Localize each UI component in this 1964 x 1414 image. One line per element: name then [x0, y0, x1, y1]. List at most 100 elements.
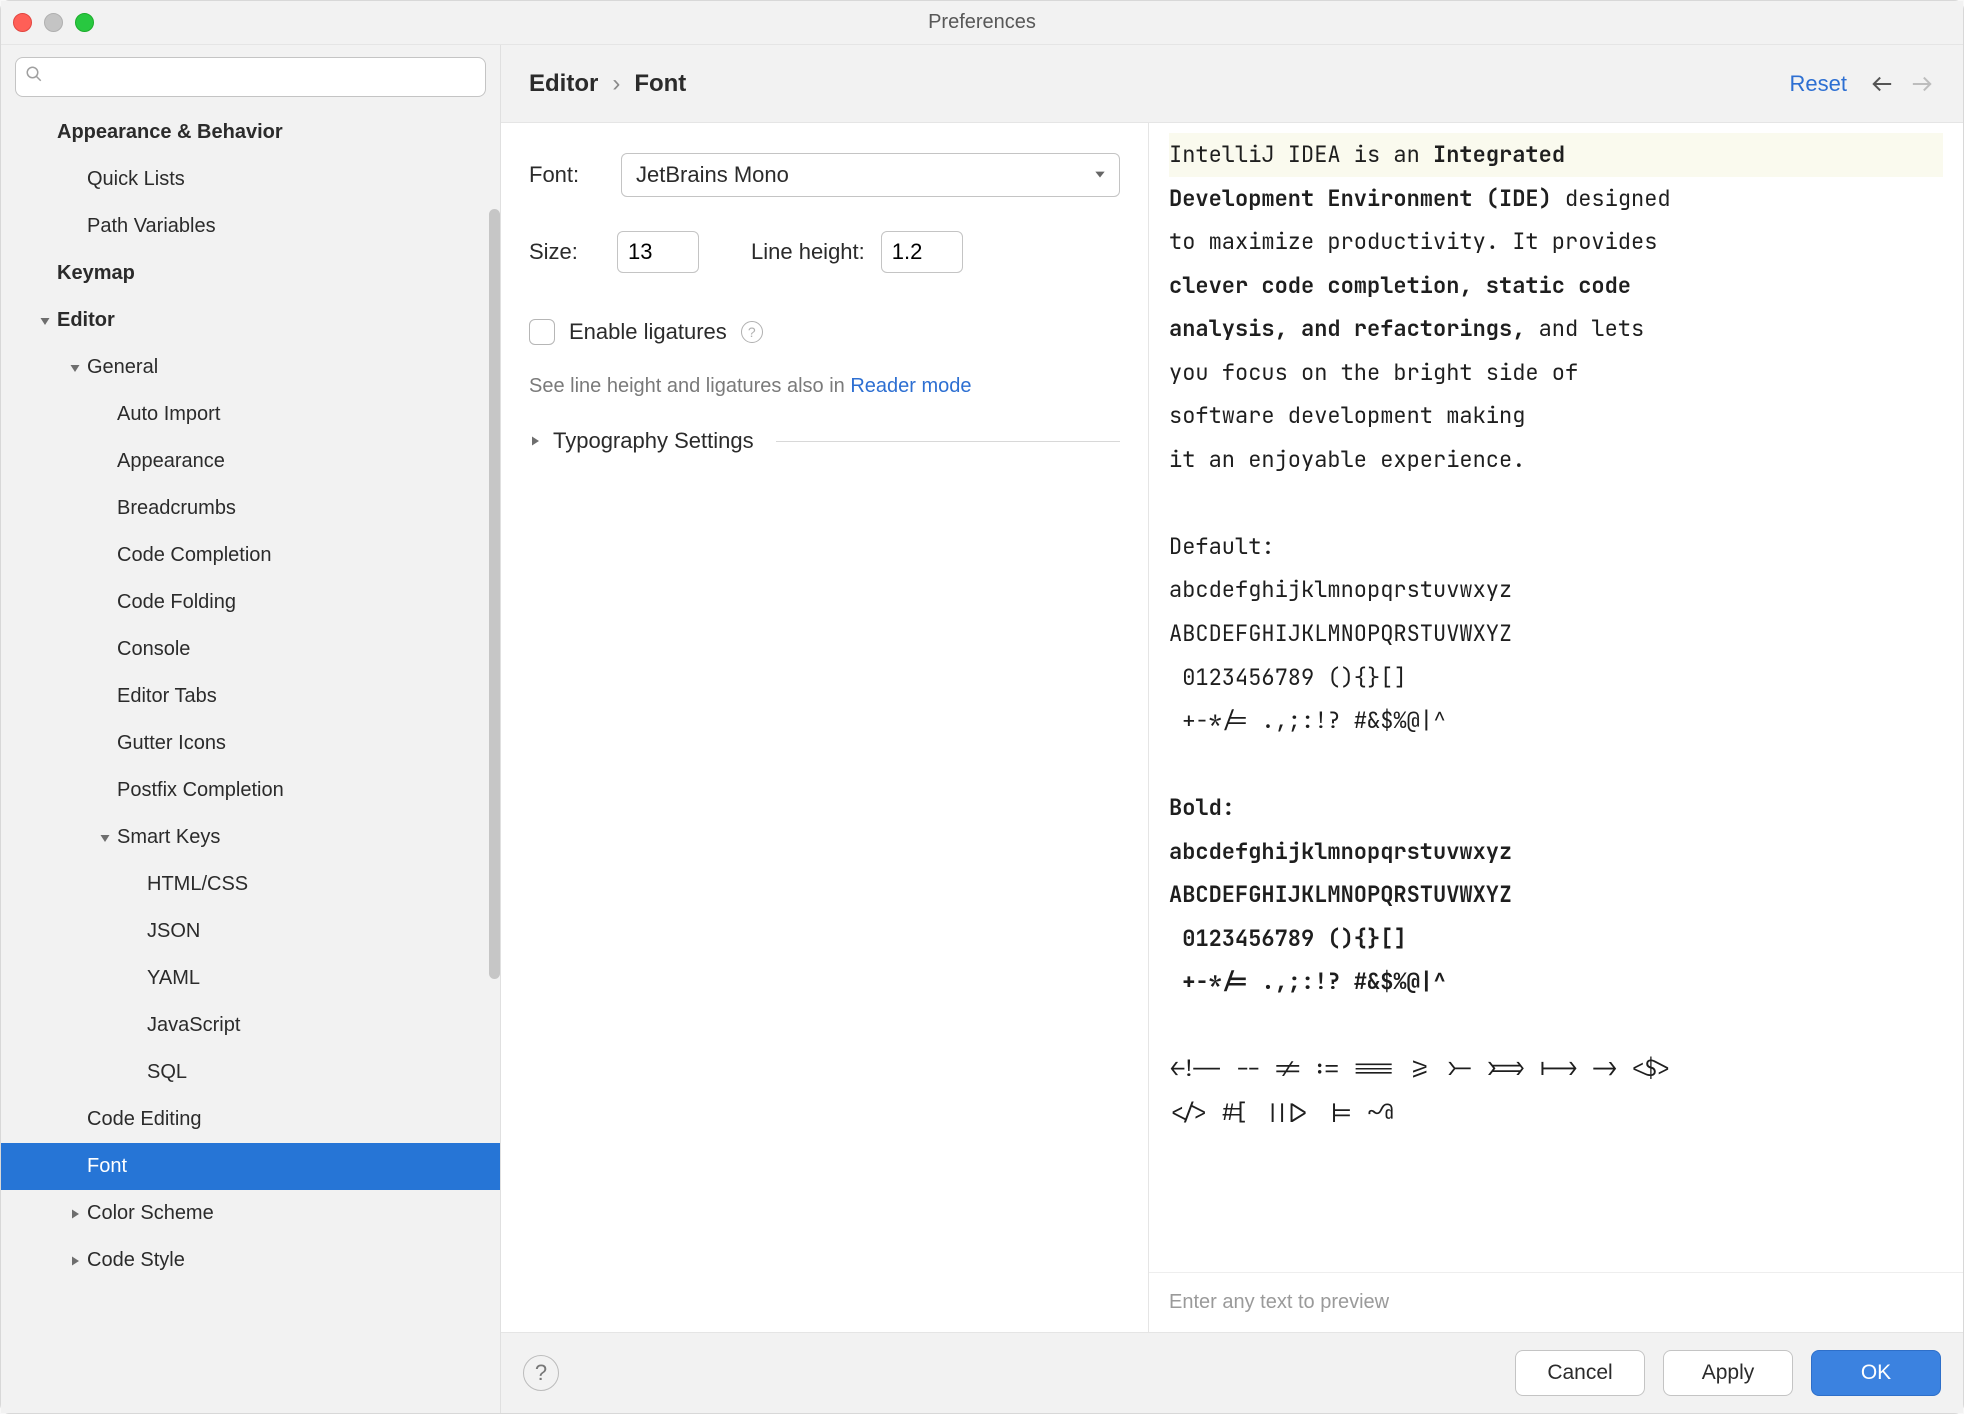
ligatures-label: Enable ligatures	[569, 319, 727, 345]
tree-item[interactable]: JavaScript	[1, 1002, 500, 1049]
cancel-button[interactable]: Cancel	[1515, 1350, 1645, 1396]
help-icon[interactable]: ?	[741, 321, 763, 343]
expand-arrow-icon[interactable]	[69, 362, 83, 374]
tree-item[interactable]: Editor	[1, 297, 500, 344]
minimize-icon[interactable]	[44, 13, 63, 32]
tree-item[interactable]: Path Variables	[1, 203, 500, 250]
main-panel: Editor › Font Reset Font:	[501, 45, 1963, 1413]
font-preview: IntelliJ IDEA is an Integrated Developme…	[1149, 123, 1963, 1332]
tree-item[interactable]: SQL	[1, 1049, 500, 1096]
maximize-icon[interactable]	[75, 13, 94, 32]
typography-settings-label: Typography Settings	[553, 428, 754, 454]
breadcrumb: Editor › Font	[529, 70, 686, 98]
settings-search[interactable]	[15, 57, 486, 97]
breadcrumb-root[interactable]: Editor	[529, 70, 598, 98]
expand-arrow-icon[interactable]	[39, 315, 53, 327]
chevron-right-icon	[529, 430, 541, 453]
line-height-label: Line height:	[751, 239, 865, 265]
ligatures-checkbox[interactable]	[529, 319, 555, 345]
tree-item[interactable]: Console	[1, 626, 500, 673]
tree-item-label: Keymap	[57, 262, 135, 285]
tree-item-label: Code Editing	[87, 1108, 202, 1131]
tree-item[interactable]: Code Style	[1, 1237, 500, 1284]
size-label: Size:	[529, 239, 601, 265]
tree-item-label: Appearance & Behavior	[57, 121, 283, 144]
reset-link[interactable]: Reset	[1790, 71, 1847, 97]
main-header: Editor › Font Reset	[501, 45, 1963, 123]
tree-item-label: Code Style	[87, 1249, 185, 1272]
tree-item-label: Breadcrumbs	[117, 497, 236, 520]
tree-item[interactable]: Color Scheme	[1, 1190, 500, 1237]
tree-item-label: Postfix Completion	[117, 779, 284, 802]
tree-item[interactable]: General	[1, 344, 500, 391]
expand-arrow-icon[interactable]	[69, 1208, 83, 1220]
tree-item[interactable]: Appearance	[1, 438, 500, 485]
tree-item-label: Editor Tabs	[117, 685, 217, 708]
dialog-footer: ? Cancel Apply OK	[501, 1333, 1963, 1413]
tree-item[interactable]: Postfix Completion	[1, 767, 500, 814]
tree-item-label: HTML/CSS	[147, 873, 248, 896]
reader-mode-link[interactable]: Reader mode	[850, 375, 971, 397]
apply-button[interactable]: Apply	[1663, 1350, 1793, 1396]
typography-settings-toggle[interactable]: Typography Settings	[529, 428, 1120, 454]
expand-arrow-icon[interactable]	[69, 1255, 83, 1267]
tree-item[interactable]: Auto Import	[1, 391, 500, 438]
tree-item-label: Auto Import	[117, 403, 220, 426]
history-nav	[1869, 73, 1935, 95]
tree-item-label: Editor	[57, 309, 115, 332]
size-input[interactable]	[617, 231, 699, 273]
line-height-input[interactable]	[881, 231, 963, 273]
tree-item-label: Gutter Icons	[117, 732, 226, 755]
reader-mode-hint: See line height and ligatures also in Re…	[529, 375, 1120, 398]
tree-item[interactable]: YAML	[1, 955, 500, 1002]
tree-item-label: Appearance	[117, 450, 225, 473]
expand-arrow-icon[interactable]	[99, 832, 113, 844]
tree-item[interactable]: Gutter Icons	[1, 720, 500, 767]
breadcrumb-current: Font	[634, 70, 686, 98]
chevron-down-icon	[1093, 167, 1107, 184]
tree-item[interactable]: Code Folding	[1, 579, 500, 626]
tree-item-label: SQL	[147, 1061, 187, 1084]
tree-item-label: General	[87, 356, 158, 379]
help-button[interactable]: ?	[523, 1355, 559, 1391]
preview-text-area[interactable]: IntelliJ IDEA is an Integrated Developme…	[1149, 123, 1963, 1272]
tree-item[interactable]: Breadcrumbs	[1, 485, 500, 532]
tree-item-label: Console	[117, 638, 190, 661]
sidebar: Appearance & Behavior Quick Lists Path Var…	[1, 45, 501, 1413]
tree-item[interactable]: Font	[1, 1143, 500, 1190]
tree-item[interactable]: Editor Tabs	[1, 673, 500, 720]
tree-item-label: Quick Lists	[87, 168, 185, 191]
font-select-value: JetBrains Mono	[636, 162, 789, 188]
tree-item-label: YAML	[147, 967, 200, 990]
tree-item-label: JSON	[147, 920, 200, 943]
forward-button	[1909, 73, 1935, 95]
tree-item[interactable]: Smart Keys	[1, 814, 500, 861]
tree-item-label: JavaScript	[147, 1014, 240, 1037]
ok-button[interactable]: OK	[1811, 1350, 1941, 1396]
sidebar-scrollbar[interactable]	[489, 209, 500, 979]
tree-item-label: Font	[87, 1155, 127, 1178]
tree-item[interactable]: Code Editing	[1, 1096, 500, 1143]
chevron-right-icon: ›	[612, 70, 620, 98]
search-input[interactable]	[15, 57, 486, 97]
font-label: Font:	[529, 162, 601, 188]
tree-item[interactable]: Code Completion	[1, 532, 500, 579]
tree-item-label: Code Completion	[117, 544, 272, 567]
font-settings: Font: JetBrains Mono Size: Line height:	[501, 123, 1149, 1332]
back-button[interactable]	[1869, 73, 1895, 95]
tree-item[interactable]: Keymap	[1, 250, 500, 297]
tree-item-label: Code Folding	[117, 591, 236, 614]
tree-item[interactable]: Appearance & Behavior	[1, 109, 500, 156]
font-select[interactable]: JetBrains Mono	[621, 153, 1120, 197]
window-controls	[13, 13, 94, 32]
tree-item-label: Color Scheme	[87, 1202, 214, 1225]
tree-item-label: Path Variables	[87, 215, 216, 238]
titlebar: Preferences	[1, 1, 1963, 45]
tree-item[interactable]: JSON	[1, 908, 500, 955]
tree-item[interactable]: Quick Lists	[1, 156, 500, 203]
tree-item-label: Smart Keys	[117, 826, 220, 849]
close-icon[interactable]	[13, 13, 32, 32]
settings-tree[interactable]: Appearance & Behavior Quick Lists Path Var…	[1, 109, 500, 1413]
preview-placeholder[interactable]: Enter any text to preview	[1149, 1272, 1963, 1332]
tree-item[interactable]: HTML/CSS	[1, 861, 500, 908]
